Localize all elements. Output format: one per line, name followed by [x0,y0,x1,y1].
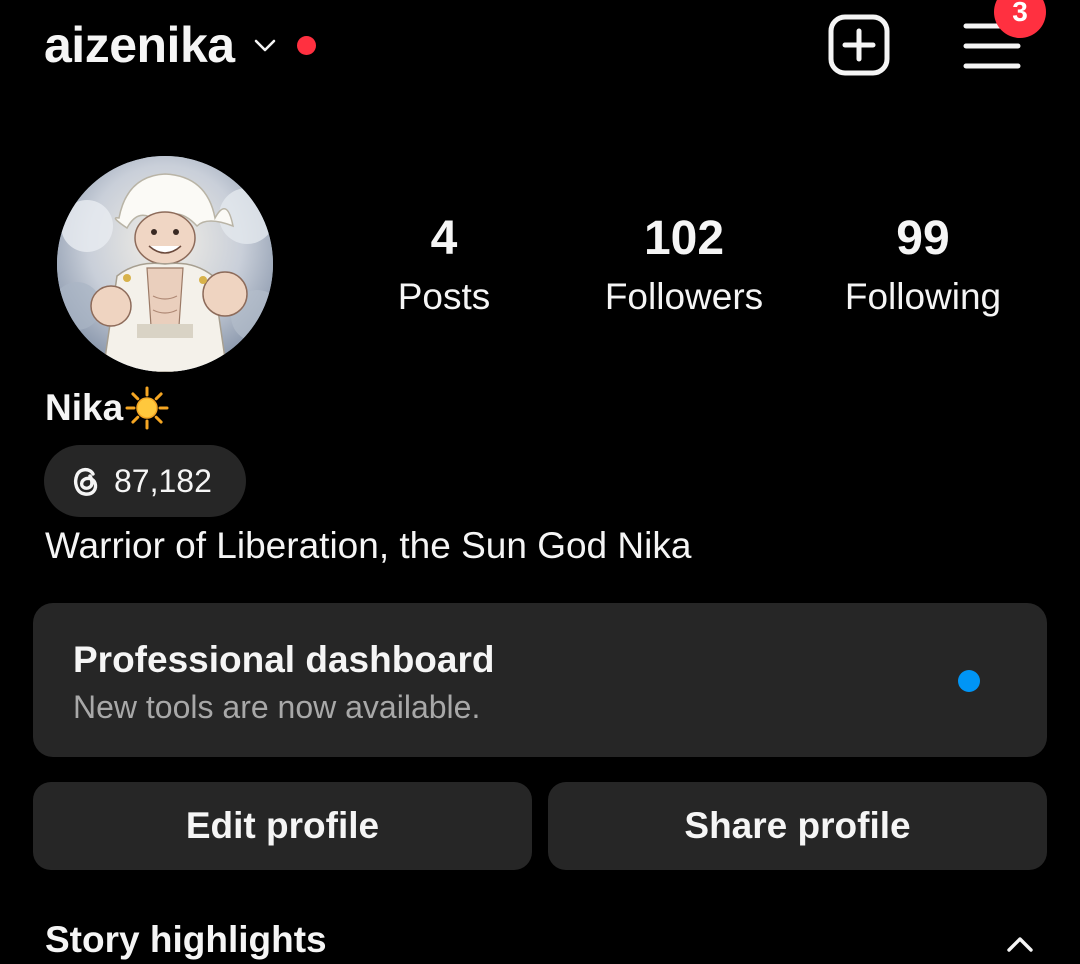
chevron-up-icon[interactable] [1004,928,1036,960]
posts-count: 4 [430,212,458,265]
threads-count: 87,182 [114,462,212,499]
threads-badge[interactable]: 87,182 [44,445,246,517]
followers-label: Followers [604,276,764,317]
sun-emoji-icon [125,386,169,430]
plus-square-icon[interactable] [828,14,890,76]
edit-profile-button[interactable]: Edit profile [33,782,532,870]
display-name: Nika [45,386,169,430]
unread-dot [296,35,316,55]
posts-stat[interactable]: 4 Posts [334,210,554,326]
chevron-down-icon [254,39,275,52]
threads-icon [74,467,98,496]
followers-stat[interactable]: 102 Followers [574,210,794,326]
posts-label: Posts [397,276,491,317]
dashboard-title: Professional dashboard [73,639,495,680]
story-highlights-title: Story highlights [45,919,327,960]
followers-count: 102 [643,212,725,265]
username: aizenika [44,17,235,73]
bio-text: Warrior of Liberation, the Sun God Nika [45,525,692,566]
account-switcher[interactable]: aizenika [44,14,316,76]
following-stat[interactable]: 99 Following [813,210,1033,326]
professional-dashboard-card[interactable]: Professional dashboard New tools are now… [33,603,1047,757]
following-label: Following [844,276,1002,317]
share-profile-button[interactable]: Share profile [548,782,1047,870]
new-indicator-dot [958,670,980,692]
following-count: 99 [896,212,950,265]
profile-header: aizenika 3 [0,0,1080,100]
dashboard-subtitle: New tools are now available. [73,689,481,725]
avatar[interactable] [57,156,273,372]
display-name-text: Nika [45,387,124,428]
avatar-illustration [57,156,273,372]
